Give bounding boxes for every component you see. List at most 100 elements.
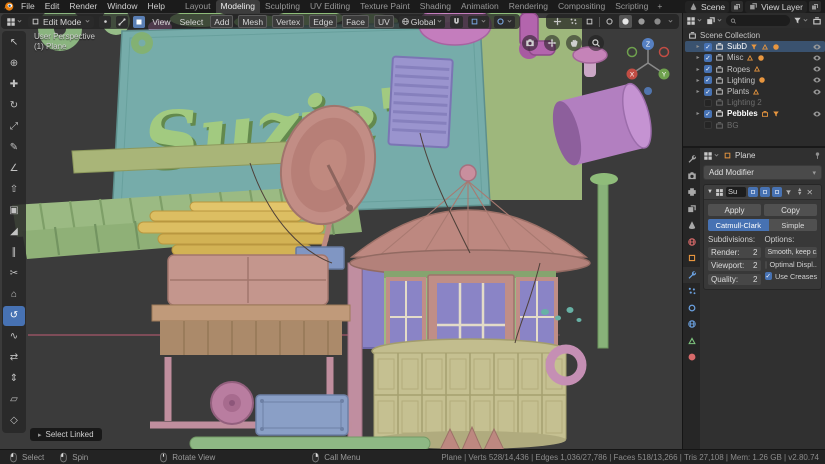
delete-modifier-button[interactable]: ✕ bbox=[805, 188, 814, 197]
orientation-dropdown[interactable]: Global bbox=[398, 15, 446, 28]
workspace-tab-animation[interactable]: Animation bbox=[456, 0, 504, 13]
snap-target-dropdown[interactable] bbox=[468, 15, 490, 28]
3d-viewport[interactable]: Suzie's Suzie's bbox=[0, 13, 682, 450]
new-scene-button[interactable] bbox=[731, 1, 744, 12]
outliner-row-pebbles[interactable]: ▸ ✓ Pebbles bbox=[685, 108, 825, 119]
tab-modifiers[interactable] bbox=[683, 266, 700, 283]
menu-render[interactable]: Render bbox=[64, 0, 102, 13]
expand-icon[interactable]: ▼ bbox=[707, 189, 713, 195]
tool-rip[interactable]: ◇ bbox=[3, 411, 25, 431]
use-creases-row[interactable]: ✓ Use Creases bbox=[764, 272, 817, 281]
workspace-tab-shading[interactable]: Shading bbox=[415, 0, 456, 13]
face-select-toggle[interactable] bbox=[133, 15, 146, 28]
menu-select[interactable]: Select bbox=[178, 17, 206, 27]
shading-solid-button[interactable] bbox=[619, 15, 632, 28]
tool-annotate[interactable]: ✎ bbox=[3, 138, 25, 158]
copy-button[interactable]: Copy bbox=[764, 204, 817, 216]
tool-extrude[interactable]: ⇧ bbox=[3, 180, 25, 200]
hide-eye-icon[interactable] bbox=[812, 109, 822, 119]
show-in-render-toggle[interactable] bbox=[784, 187, 794, 197]
render-subdivisions-field[interactable]: Render: 2 bbox=[708, 246, 761, 258]
disclosure-triangle-icon[interactable]: ▸ bbox=[695, 110, 701, 117]
workspace-tab-layout[interactable]: Layout bbox=[180, 0, 216, 13]
tab-constraints[interactable] bbox=[683, 316, 700, 333]
tool-scale[interactable]: ⤢ bbox=[3, 117, 25, 137]
pan-hand-button[interactable] bbox=[566, 35, 582, 51]
tool-select-box[interactable]: ↖ bbox=[3, 33, 25, 53]
tab-render[interactable] bbox=[683, 168, 700, 185]
show-in-editmode-toggle[interactable] bbox=[759, 187, 770, 197]
hide-eye-icon[interactable] bbox=[812, 42, 822, 52]
outliner-row-lighting[interactable]: ▸ ✓ Lighting bbox=[685, 75, 825, 86]
new-view-layer-button[interactable] bbox=[809, 1, 821, 12]
new-collection-button[interactable] bbox=[812, 16, 822, 26]
disclosure-triangle-icon[interactable]: ▸ bbox=[695, 88, 701, 95]
collection-checkbox[interactable] bbox=[704, 98, 712, 107]
show-in-viewport-toggle[interactable] bbox=[771, 187, 782, 197]
blender-logo-icon[interactable] bbox=[0, 1, 16, 12]
zoom-button[interactable] bbox=[588, 35, 604, 51]
snap-toggle[interactable] bbox=[450, 15, 464, 28]
vertex-select-toggle[interactable] bbox=[99, 15, 112, 28]
tool-spin[interactable]: ↺ bbox=[3, 306, 25, 326]
collection-checkbox[interactable]: ✓ bbox=[704, 65, 712, 74]
catmull-clark-button[interactable]: Catmull-Clark bbox=[708, 219, 769, 231]
tab-particles[interactable] bbox=[683, 283, 700, 300]
collection-checkbox[interactable]: ✓ bbox=[704, 109, 712, 118]
tool-poly-build[interactable]: ⌂ bbox=[3, 285, 25, 305]
workspace-tab-rendering[interactable]: Rendering bbox=[504, 0, 553, 13]
use-creases-checkbox[interactable]: ✓ bbox=[764, 272, 772, 280]
workspace-tab-modeling[interactable]: Modeling bbox=[215, 0, 260, 13]
scene-selector[interactable]: Scene bbox=[684, 0, 730, 13]
3d-scene[interactable]: Suzie's Suzie's bbox=[0, 13, 682, 450]
menu-help[interactable]: Help bbox=[142, 0, 169, 13]
outliner-root-row[interactable]: Scene Collection bbox=[685, 30, 825, 41]
outliner-row-plants[interactable]: ▸ ✓ Plants bbox=[685, 86, 825, 97]
tab-object-data[interactable] bbox=[683, 333, 700, 350]
tool-measure[interactable]: ∠ bbox=[3, 159, 25, 179]
add-modifier-dropdown[interactable]: Add Modifier ▾ bbox=[703, 165, 822, 180]
collection-checkbox[interactable]: ✓ bbox=[704, 42, 712, 51]
disclosure-triangle-icon[interactable]: ▸ bbox=[695, 77, 701, 84]
menu-edge[interactable]: Edge bbox=[309, 15, 338, 28]
outliner-row-ropes[interactable]: ▸ ✓ Ropes bbox=[685, 64, 825, 75]
collection-checkbox[interactable] bbox=[704, 121, 712, 130]
tab-material[interactable] bbox=[683, 349, 700, 366]
camera-view-button[interactable] bbox=[522, 35, 538, 51]
menu-uv[interactable]: UV bbox=[373, 15, 394, 28]
menu-file[interactable]: File bbox=[16, 0, 40, 13]
outliner-row-subd[interactable]: ▸ ✓ SubD bbox=[685, 41, 825, 53]
operator-panel[interactable]: ▸ Select Linked bbox=[30, 428, 102, 441]
quality-field[interactable]: Quality: 2 bbox=[708, 273, 761, 285]
menu-edit[interactable]: Edit bbox=[40, 0, 65, 13]
shading-wireframe-button[interactable] bbox=[603, 15, 616, 28]
tab-scene[interactable] bbox=[683, 217, 700, 234]
outliner-row-lighting-2[interactable]: Lighting 2 bbox=[685, 97, 825, 108]
mode-dropdown[interactable]: Edit Mode bbox=[28, 15, 95, 28]
menu-window[interactable]: Window bbox=[102, 0, 142, 13]
tab-object[interactable] bbox=[683, 250, 700, 267]
tool-move[interactable]: ✚ bbox=[3, 75, 25, 95]
menu-add[interactable]: Add bbox=[210, 15, 234, 28]
collection-checkbox[interactable]: ✓ bbox=[704, 76, 712, 85]
workspace-tab-texture-paint[interactable]: Texture Paint bbox=[355, 0, 415, 13]
tool-cursor[interactable]: ⊕ bbox=[3, 54, 25, 74]
edge-select-toggle[interactable] bbox=[116, 15, 129, 28]
properties-editor-type-button[interactable] bbox=[703, 151, 720, 161]
modifier-name-field[interactable]: Su bbox=[725, 187, 746, 197]
gizmos-toggle[interactable] bbox=[551, 15, 564, 28]
menu-vertex[interactable]: Vertex bbox=[272, 15, 305, 28]
outliner-filter-button[interactable] bbox=[793, 16, 809, 25]
optimal-display-checkbox[interactable] bbox=[764, 260, 767, 269]
collection-checkbox[interactable]: ✓ bbox=[704, 53, 712, 62]
tool-inset[interactable]: ▣ bbox=[3, 201, 25, 221]
add-workspace-button[interactable]: + bbox=[653, 0, 666, 13]
tab-world[interactable] bbox=[683, 234, 700, 251]
outliner-display-mode-button[interactable] bbox=[706, 16, 723, 26]
outliner-search[interactable] bbox=[726, 15, 790, 26]
shading-material-button[interactable] bbox=[635, 15, 648, 28]
tool-shear[interactable]: ▱ bbox=[3, 390, 25, 410]
breadcrumb[interactable]: Plane bbox=[723, 151, 755, 160]
shading-dropdown-icon[interactable] bbox=[667, 18, 674, 25]
tab-tool[interactable] bbox=[683, 151, 700, 168]
